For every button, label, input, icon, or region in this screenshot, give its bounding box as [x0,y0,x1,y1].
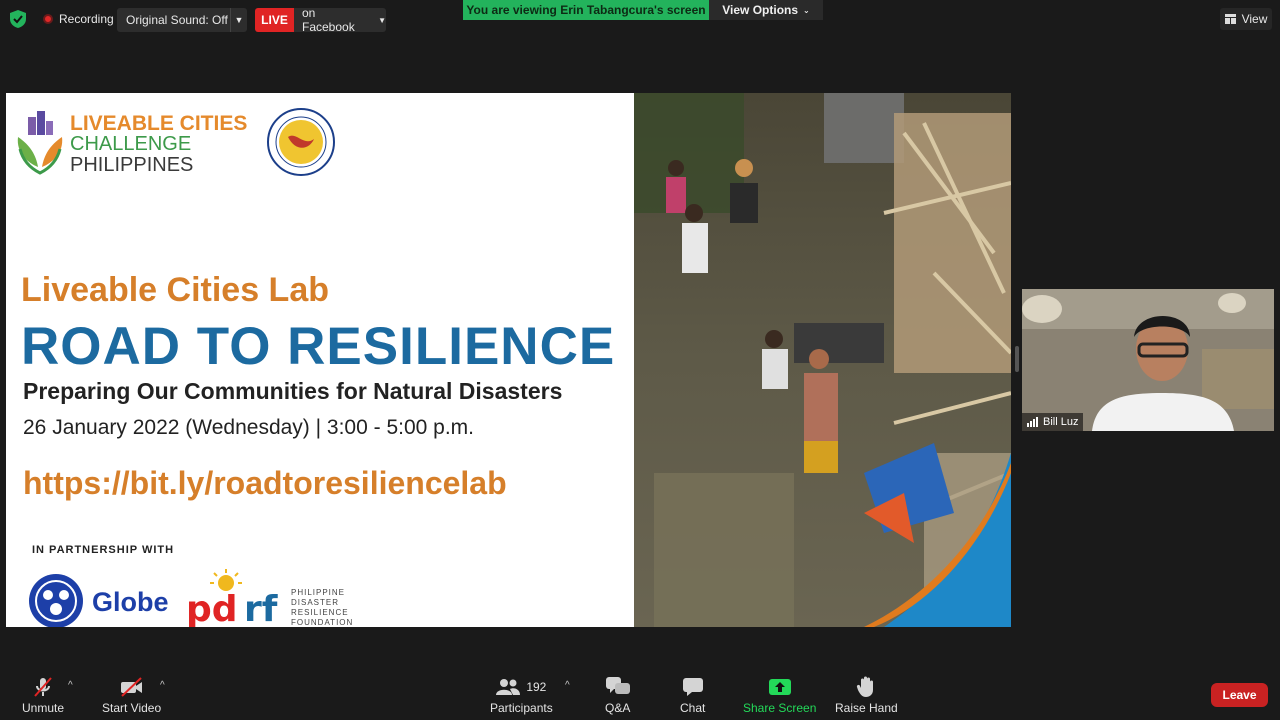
live-target-label: on Facebook [302,8,355,32]
people-icon [496,679,521,695]
svg-text:pd: pd [186,589,238,627]
main-title: ROAD TO RESILIENCE [21,317,616,376]
liveable-cities-logo-icon [17,111,63,175]
security-shield-icon[interactable] [10,10,26,28]
slide-content: LIVEABLE CITIES CHALLENGE PHILIPPINES Li… [6,93,634,627]
share-screen-label: Share Screen [743,701,817,715]
video-options-caret-icon[interactable]: ^ [160,680,165,691]
raise-hand-icon [856,676,876,698]
share-screen-button[interactable]: Share Screen [743,676,816,715]
disaster-photo [634,93,1011,627]
participants-label: Participants [490,701,553,715]
qa-label: Q&A [605,701,631,715]
chevron-down-icon: ▼ [378,15,386,25]
chat-label: Chat [680,701,706,715]
view-options-label: View Options [722,3,799,17]
view-label: View [1241,12,1268,26]
pdrf-full-name: PHILIPPINE DISASTER RESILIENCE FOUNDATIO… [291,588,353,627]
shared-screen: LIVEABLE CITIES CHALLENGE PHILIPPINES Li… [6,93,1011,627]
lab-title: Liveable Cities Lab [21,271,329,309]
original-sound-button[interactable]: Original Sound: Off ▼ [117,8,247,32]
participant-count: 192 [526,680,547,694]
start-video-label: Start Video [102,701,162,715]
raise-hand-button[interactable]: Raise Hand [835,676,898,715]
svg-text:rf: rf [244,589,278,627]
qa-button[interactable]: Q&A [605,676,630,715]
chevron-down-icon: ⌄ [803,5,810,15]
pdrf-line: PHILIPPINE [291,588,346,597]
pdrf-logo-icon: pd rf [186,569,278,627]
audio-options-caret-icon[interactable]: ^ [68,680,73,691]
unmute-button[interactable]: Unmute [22,676,64,715]
start-video-button[interactable]: Start Video [102,676,161,715]
signal-strength-icon [1027,417,1038,427]
globe-logo-icon [29,574,83,627]
pdrf-line: DISASTER [291,598,340,607]
view-button[interactable]: View [1220,8,1272,30]
share-screen-icon [768,676,792,698]
chat-icon [682,676,704,698]
muted-microphone-icon [32,676,54,698]
panel-resize-handle[interactable] [1015,346,1019,372]
view-options-button[interactable]: View Options ⌄ [709,0,823,20]
organization-name: LIVEABLE CITIES CHALLENGE PHILIPPINES [70,113,247,176]
participant-name-tag: Bill Luz [1022,413,1084,431]
chat-button[interactable]: Chat [680,676,705,715]
live-target: on Facebook ▼ [294,8,386,32]
recording-label: Recording [59,12,114,26]
org-line-2: CHALLENGE [70,133,192,155]
leave-button[interactable]: Leave [1211,683,1268,707]
record-icon [43,14,53,24]
pdrf-line: RESILIENCE [291,608,349,617]
participants-icon-group: 192 [496,676,546,698]
event-date: 26 January 2022 (Wednesday) | 3:00 - 5:0… [23,416,474,439]
participants-options-caret-icon[interactable]: ^ [565,680,570,691]
live-badge: LIVE [255,8,294,32]
participant-name: Bill Luz [1043,416,1079,428]
org-line-1: LIVEABLE CITIES [70,112,248,135]
viewing-screen-banner: You are viewing Erin Tabangcura's screen [463,0,709,20]
registration-url: https://bit.ly/roadtoresiliencelab [23,465,507,501]
participants-button[interactable]: 192 Participants [490,676,553,715]
pdrf-line: FOUNDATION [291,618,354,627]
video-off-icon [119,676,145,698]
recording-indicator[interactable]: Recording [37,8,120,30]
chevron-down-icon[interactable]: ▼ [230,8,247,32]
live-stream-button[interactable]: LIVE on Facebook ▼ [255,8,386,32]
unmute-label: Unmute [22,701,65,715]
original-sound-label: Original Sound: Off [126,13,228,27]
qa-icon [605,676,630,698]
participant-video-tile[interactable]: Bill Luz [1022,289,1274,431]
org-line-3: PHILIPPINES [70,154,194,176]
partnership-label: IN PARTNERSHIP WITH [32,544,175,556]
league-of-cities-seal-icon [267,108,335,176]
subtitle: Preparing Our Communities for Natural Di… [23,378,563,404]
participant-video-feed [1022,289,1274,431]
globe-partner-name: Globe [92,587,169,617]
raise-hand-label: Raise Hand [835,701,898,715]
grid-icon [1224,14,1236,24]
